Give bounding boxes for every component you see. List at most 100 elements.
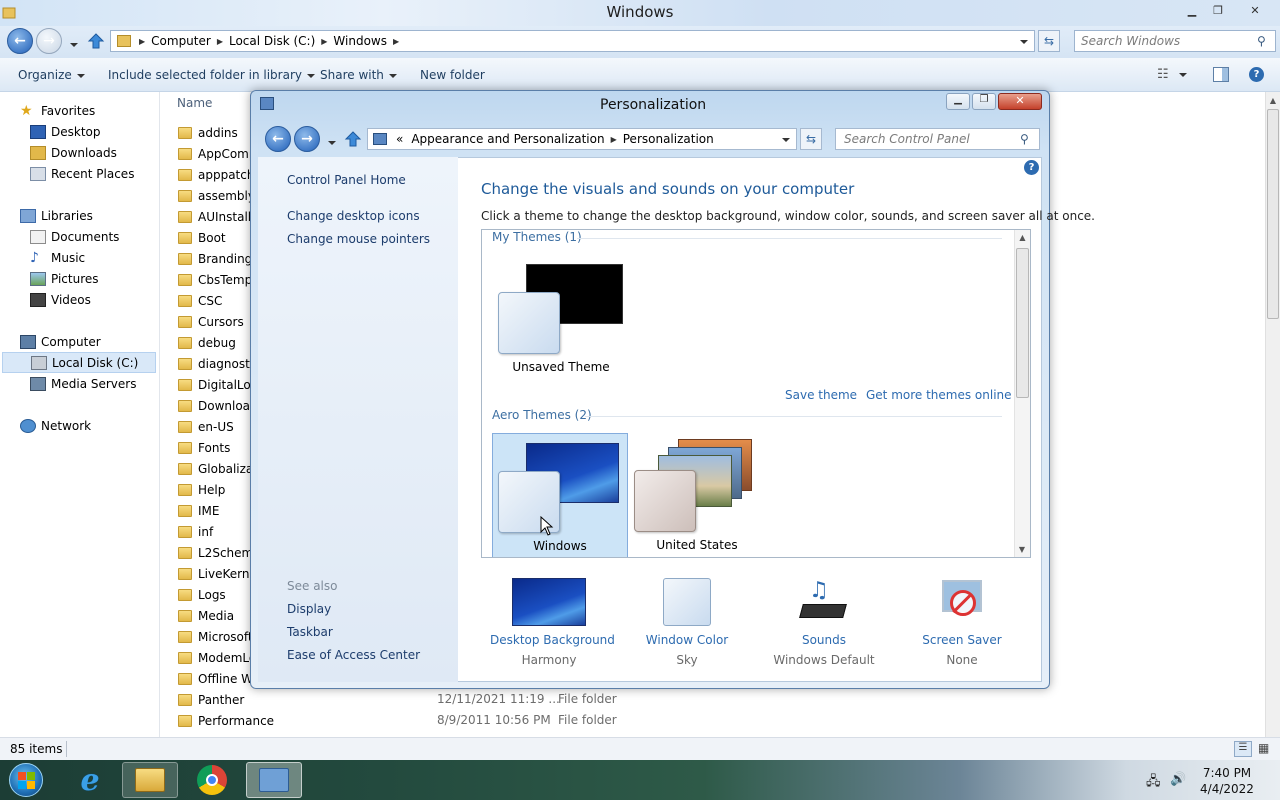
file-row[interactable]: Panther bbox=[178, 689, 244, 710]
nav-network[interactable]: Network bbox=[20, 415, 91, 436]
nav-downloads[interactable]: Downloads bbox=[30, 142, 117, 163]
nav-pictures[interactable]: Pictures bbox=[30, 268, 99, 289]
file-row[interactable]: Offline W bbox=[178, 668, 253, 689]
share-with-button[interactable]: Share with bbox=[320, 68, 397, 82]
file-row[interactable]: CSC bbox=[178, 290, 222, 311]
include-in-library-button[interactable]: Include selected folder in library bbox=[108, 68, 315, 82]
network-tray-icon[interactable]: 🖧 bbox=[1146, 772, 1161, 794]
file-row[interactable]: IME bbox=[178, 500, 219, 521]
display-link[interactable]: Display bbox=[287, 602, 331, 616]
file-row[interactable]: CbsTemp bbox=[178, 269, 252, 290]
taskbar-file-explorer[interactable] bbox=[122, 762, 178, 798]
change-desktop-icons-link[interactable]: Change desktop icons bbox=[287, 209, 420, 223]
close-button[interactable]: ✕ bbox=[1241, 1, 1269, 19]
breadcrumb-computer[interactable]: Computer bbox=[147, 34, 215, 48]
desktop-background-item[interactable]: Desktop Background Harmony bbox=[490, 578, 615, 668]
screen-saver-item[interactable]: Screen Saver None bbox=[916, 578, 1008, 668]
organize-button[interactable]: Organize bbox=[18, 68, 85, 82]
taskbar-link[interactable]: Taskbar bbox=[287, 625, 333, 639]
change-mouse-pointers-link[interactable]: Change mouse pointers bbox=[287, 232, 430, 246]
nav-computer[interactable]: Computer bbox=[20, 331, 101, 352]
start-button[interactable] bbox=[6, 762, 46, 798]
file-row[interactable]: Branding bbox=[178, 248, 252, 269]
details-view-button[interactable]: ☰ bbox=[1234, 741, 1252, 757]
file-row[interactable]: Microsoft bbox=[178, 626, 253, 647]
up-button[interactable] bbox=[87, 32, 105, 50]
theme-united-states[interactable]: United States bbox=[632, 433, 762, 557]
refresh-button[interactable]: ⇆ bbox=[1038, 30, 1060, 52]
file-row[interactable]: Globalizat bbox=[178, 458, 258, 479]
file-row[interactable]: ModemLo bbox=[178, 647, 256, 668]
window-color-item[interactable]: Window Color Sky bbox=[640, 578, 734, 668]
pers-back-button[interactable]: ← bbox=[265, 126, 291, 152]
large-icons-view-button[interactable]: ▦ bbox=[1258, 741, 1276, 757]
file-row[interactable]: AppComp bbox=[178, 143, 256, 164]
taskbar-internet-explorer[interactable]: e bbox=[62, 762, 118, 798]
taskbar-chrome[interactable] bbox=[184, 762, 240, 798]
address-dropdown[interactable] bbox=[1015, 34, 1034, 48]
scroll-thumb[interactable] bbox=[1267, 109, 1279, 319]
file-row[interactable]: Media bbox=[178, 605, 234, 626]
file-row[interactable]: Performance bbox=[178, 710, 274, 731]
nav-local-disk[interactable]: Local Disk (C:) bbox=[2, 352, 156, 373]
file-row[interactable]: Logs bbox=[178, 584, 226, 605]
control-panel-home-link[interactable]: Control Panel Home bbox=[287, 173, 406, 187]
sounds-item[interactable]: ♫ Sounds Windows Default bbox=[772, 578, 876, 668]
file-row[interactable]: debug bbox=[178, 332, 236, 353]
file-row[interactable]: Boot bbox=[178, 227, 226, 248]
restore-button[interactable]: ❐ bbox=[1205, 1, 1231, 19]
file-row[interactable]: addins bbox=[178, 122, 238, 143]
file-row[interactable]: assembly bbox=[178, 185, 255, 206]
file-row[interactable]: apppatch bbox=[178, 164, 254, 185]
nav-desktop[interactable]: Desktop bbox=[30, 121, 101, 142]
pers-search-input[interactable]: Search Control Panel bbox=[835, 128, 1040, 150]
file-row[interactable]: diagnostic bbox=[178, 353, 260, 374]
back-button[interactable]: ← bbox=[7, 28, 33, 54]
breadcrumb-windows[interactable]: Windows bbox=[329, 34, 391, 48]
help-icon[interactable]: ? bbox=[1249, 67, 1264, 82]
breadcrumb-local-disk[interactable]: Local Disk (C:) bbox=[225, 34, 319, 48]
nav-documents[interactable]: Documents bbox=[30, 226, 119, 247]
themes-scrollbar[interactable]: ▲ ▼ bbox=[1014, 230, 1030, 557]
get-more-themes-link[interactable]: Get more themes online bbox=[866, 388, 1012, 402]
explorer-scrollbar[interactable]: ▲ bbox=[1265, 92, 1280, 737]
volume-icon[interactable]: 🔊 bbox=[1170, 772, 1186, 787]
nav-music[interactable]: ♪ Music bbox=[30, 247, 85, 268]
theme-windows[interactable]: Windows bbox=[492, 433, 628, 557]
file-row[interactable]: Fonts bbox=[178, 437, 230, 458]
forward-button[interactable]: → bbox=[36, 28, 62, 54]
breadcrumb-personalization[interactable]: Personalization bbox=[619, 132, 718, 146]
scroll-thumb[interactable] bbox=[1016, 248, 1029, 398]
clock[interactable]: 7:40 PM 4/4/2022 bbox=[1196, 765, 1258, 797]
ease-of-access-link[interactable]: Ease of Access Center bbox=[287, 648, 420, 662]
nav-media-servers[interactable]: Media Servers bbox=[30, 373, 136, 394]
file-row[interactable]: Cursors bbox=[178, 311, 244, 332]
file-row[interactable]: en-US bbox=[178, 416, 234, 437]
file-row[interactable]: Help bbox=[178, 479, 225, 500]
pers-address-dropdown[interactable] bbox=[777, 132, 796, 146]
pers-up-button[interactable] bbox=[344, 130, 362, 148]
nav-libraries[interactable]: Libraries bbox=[20, 205, 93, 226]
preview-pane-button[interactable] bbox=[1213, 67, 1229, 82]
pers-recent-dropdown[interactable] bbox=[323, 135, 336, 149]
nav-videos[interactable]: Videos bbox=[30, 289, 91, 310]
file-row[interactable]: inf bbox=[178, 521, 213, 542]
breadcrumb-overflow[interactable]: « bbox=[392, 132, 407, 146]
file-row[interactable]: AUInstallA bbox=[178, 206, 259, 227]
new-folder-button[interactable]: New folder bbox=[420, 68, 485, 82]
nav-recent-places[interactable]: Recent Places bbox=[30, 163, 134, 184]
pers-maximize-button[interactable]: ❐ bbox=[972, 93, 996, 110]
pers-help-icon[interactable]: ? bbox=[1024, 160, 1039, 175]
file-row[interactable]: LiveKerne bbox=[178, 563, 257, 584]
pers-close-button[interactable]: ✕ bbox=[998, 93, 1042, 110]
column-header-name[interactable]: Name bbox=[177, 96, 212, 110]
explorer-search-input[interactable]: Search Windows bbox=[1074, 30, 1276, 52]
nav-favorites[interactable]: ★ Favorites bbox=[20, 100, 95, 121]
pers-minimize-button[interactable]: ▁ bbox=[946, 93, 970, 110]
minimize-button[interactable]: ▁ bbox=[1179, 1, 1205, 19]
breadcrumb-appearance[interactable]: Appearance and Personalization bbox=[407, 132, 608, 146]
recent-pages-dropdown[interactable] bbox=[65, 37, 78, 51]
pers-forward-button[interactable]: → bbox=[294, 126, 320, 152]
file-row[interactable]: L2Schema bbox=[178, 542, 261, 563]
file-row[interactable]: DigitalLoc bbox=[178, 374, 257, 395]
